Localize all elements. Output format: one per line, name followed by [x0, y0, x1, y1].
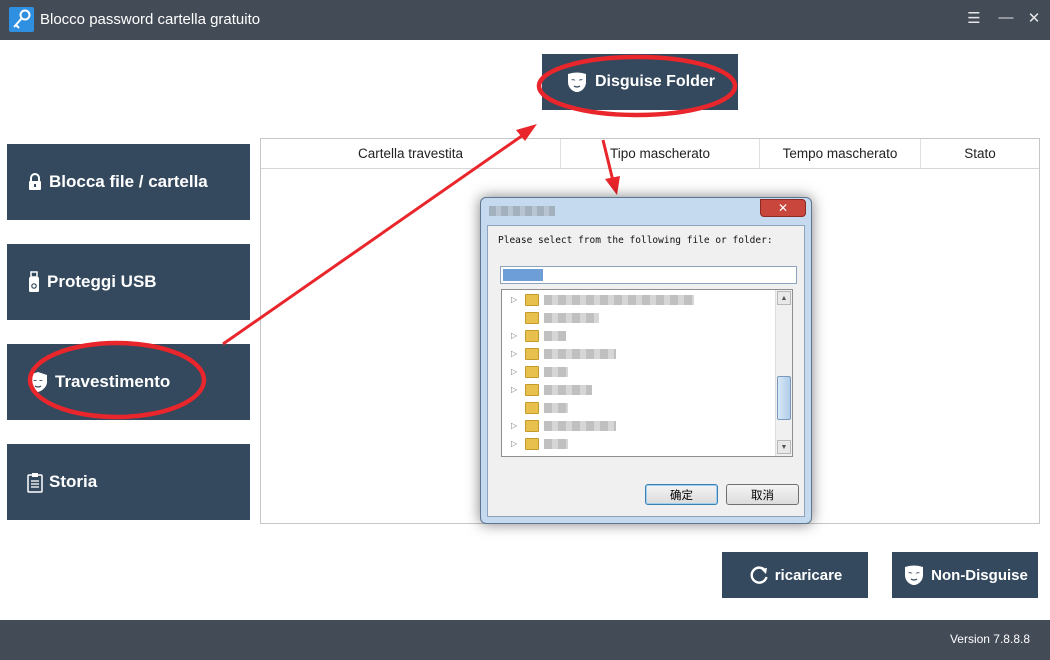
refresh-icon: [750, 566, 768, 584]
status-bar: Version 7.8.8.8: [0, 620, 1050, 660]
tree-item-label-blurred: [544, 295, 694, 305]
folder-icon: [525, 312, 539, 324]
folder-tree[interactable]: ▷ ▷ ▷ ▷ ▷ ▷ ▷ ▲ ▼: [501, 289, 793, 457]
close-icon[interactable]: ✕: [1024, 9, 1044, 27]
folder-icon: [525, 420, 539, 432]
expand-arrow-icon[interactable]: ▷: [511, 439, 517, 448]
dialog-body: Please select from the following file or…: [487, 225, 805, 517]
column-header[interactable]: Cartella travestita: [261, 139, 561, 168]
reload-label: ricaricare: [774, 566, 843, 584]
non-disguise-label: Non-Disguise: [931, 566, 1028, 584]
reload-button[interactable]: ricaricare: [722, 552, 868, 598]
column-header[interactable]: Tempo mascherato: [760, 139, 921, 168]
tree-item-label-blurred: [544, 385, 592, 395]
dialog-close-button[interactable]: ✕: [760, 199, 806, 217]
tree-scrollbar[interactable]: ▲ ▼: [775, 290, 792, 456]
sidebar-item-proteggi-usb[interactable]: Proteggi USB: [7, 244, 250, 320]
tree-item[interactable]: ▷: [502, 363, 776, 381]
expand-arrow-icon[interactable]: ▷: [511, 421, 517, 430]
folder-icon: [525, 366, 539, 378]
tree-item[interactable]: ▷: [502, 381, 776, 399]
expand-arrow-icon[interactable]: ▷: [511, 349, 517, 358]
sidebar-item-blocca[interactable]: Blocca file / cartella: [7, 144, 250, 220]
tree-item-label-blurred: [544, 313, 599, 323]
window-title: Blocco password cartella gratuito: [40, 11, 261, 28]
tree-item-label-blurred: [544, 403, 568, 413]
dialog-prompt: Please select from the following file or…: [498, 235, 773, 246]
minimize-icon[interactable]: —: [996, 9, 1016, 26]
disguise-folder-label: Disguise Folder: [594, 73, 716, 90]
expand-arrow-icon[interactable]: ▷: [511, 331, 517, 340]
expand-arrow-icon[interactable]: ▷: [511, 367, 517, 376]
disguise-folder-button[interactable]: Disguise Folder: [542, 54, 738, 110]
sidebar-item-label: Blocca file / cartella: [49, 172, 208, 191]
column-header[interactable]: Tipo mascherato: [561, 139, 760, 168]
folder-icon: [525, 438, 539, 450]
tree-item[interactable]: ▷: [502, 435, 776, 453]
usb-icon: [29, 271, 39, 292]
clipboard-icon: [27, 472, 43, 493]
scrollbar-thumb[interactable]: [777, 376, 791, 420]
lock-icon: [29, 173, 41, 190]
folder-icon: [525, 330, 539, 342]
folder-icon: [525, 348, 539, 360]
tree-item-label-blurred: [544, 421, 616, 431]
menu-icon[interactable]: ☰: [964, 9, 984, 27]
folder-icon: [525, 384, 539, 396]
expand-arrow-icon[interactable]: ▷: [511, 295, 517, 304]
version-label: Version 7.8.8.8: [949, 632, 1030, 646]
browse-folder-dialog: ✕ Please select from the following file …: [480, 197, 812, 524]
tree-item-label-blurred: [544, 367, 568, 377]
table-header: Cartella travestita Tipo mascherato Temp…: [261, 139, 1039, 169]
tree-item[interactable]: [502, 309, 776, 327]
mask-shield-icon: [29, 372, 47, 392]
sidebar-item-travestimento[interactable]: Travestimento: [7, 344, 250, 420]
scroll-down-icon[interactable]: ▼: [777, 440, 791, 454]
sidebar-item-storia[interactable]: Storia: [7, 444, 250, 520]
tree-item[interactable]: ▷: [502, 417, 776, 435]
selected-path-field[interactable]: [500, 266, 797, 284]
tree-item[interactable]: [502, 399, 776, 417]
folder-icon: [525, 294, 539, 306]
column-header[interactable]: Stato: [921, 139, 1039, 168]
tree-item[interactable]: ▷: [502, 291, 776, 309]
tree-item[interactable]: ▷: [502, 345, 776, 363]
tree-item-label-blurred: [544, 439, 568, 449]
non-disguise-button[interactable]: Non-Disguise: [892, 552, 1038, 598]
tree-item[interactable]: ▷: [502, 327, 776, 345]
tree-item-label-blurred: [544, 331, 566, 341]
sidebar-item-label: Proteggi USB: [47, 272, 157, 291]
mask-icon: [905, 565, 924, 585]
scroll-up-icon[interactable]: ▲: [777, 291, 791, 305]
app-key-icon: [9, 7, 34, 32]
sidebar-item-label: Storia: [49, 472, 98, 491]
mask-icon: [567, 72, 586, 92]
expand-arrow-icon[interactable]: ▷: [511, 385, 517, 394]
title-bar: Blocco password cartella gratuito ☰ — ✕: [0, 0, 1050, 40]
sidebar-item-label: Travestimento: [55, 372, 171, 391]
folder-icon: [525, 402, 539, 414]
path-selection-highlight: [503, 269, 543, 281]
ok-button[interactable]: 确定: [645, 484, 718, 505]
tree-item-label-blurred: [544, 349, 616, 359]
dialog-title-blurred: [489, 206, 555, 216]
cancel-button[interactable]: 取消: [726, 484, 799, 505]
